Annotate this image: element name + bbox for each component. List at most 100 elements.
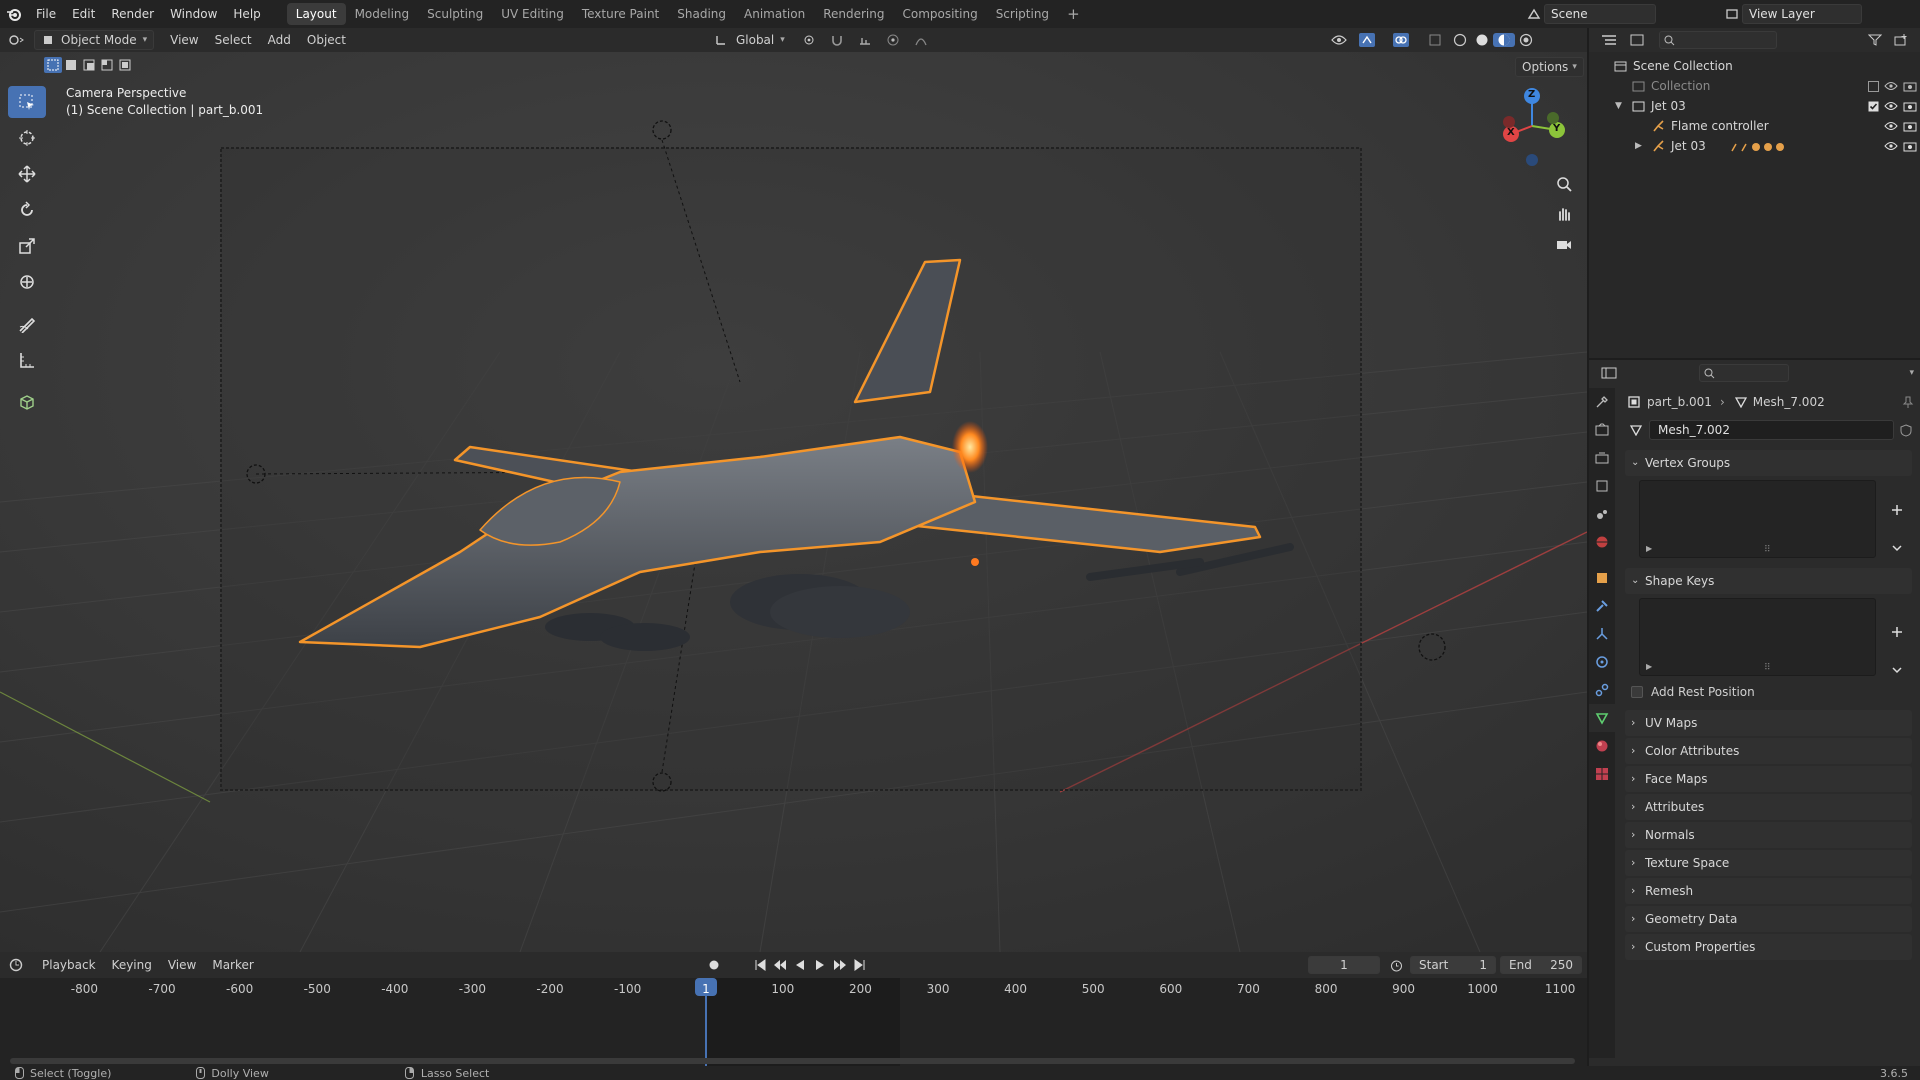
tab-layout[interactable]: Layout [286, 3, 346, 25]
panel-header-custom-properties[interactable]: › Custom Properties [1625, 934, 1912, 960]
scene-selector[interactable]: Scene [1524, 3, 1656, 25]
menu-edit[interactable]: Edit [64, 0, 103, 28]
add-vertex-group-button[interactable] [1887, 500, 1907, 520]
resize-handle-icon[interactable]: ⠿ [1764, 663, 1771, 673]
mesh-data-tab-icon[interactable] [1589, 704, 1615, 732]
add-shape-key-button[interactable] [1887, 622, 1907, 642]
checkbox-checked-icon[interactable] [1864, 101, 1882, 112]
pivot-icon[interactable] [795, 33, 823, 47]
expand-arrow-icon[interactable]: ▶ [1646, 544, 1652, 553]
end-frame-field[interactable]: End 250 [1500, 956, 1582, 974]
view-layer-tab-icon[interactable] [1589, 472, 1615, 500]
panel-header-attributes[interactable]: › Attributes [1625, 794, 1912, 820]
resize-handle-icon[interactable]: ⠿ [1764, 545, 1771, 555]
panel-header-normals[interactable]: › Normals [1625, 822, 1912, 848]
panel-header-face-maps[interactable]: › Face Maps [1625, 766, 1912, 792]
visibility-icon[interactable] [1325, 34, 1353, 46]
solid-shading-icon[interactable] [1471, 33, 1493, 47]
modifier-tab-icon[interactable] [1589, 592, 1615, 620]
snap-icon[interactable] [823, 33, 851, 47]
outliner-item-jet03[interactable]: ▼ Jet 03 [1589, 96, 1920, 116]
outliner-search-input[interactable] [1659, 31, 1777, 49]
timeline-scrollbar[interactable] [10, 1058, 1575, 1064]
wireframe-shading-icon[interactable] [1449, 33, 1471, 47]
particles-tab-icon[interactable] [1589, 620, 1615, 648]
panel-header-color-attributes[interactable]: › Color Attributes [1625, 738, 1912, 764]
add-rest-position-checkbox[interactable] [1631, 686, 1643, 698]
render-camera-icon[interactable] [1900, 121, 1920, 132]
expand-arrow-icon[interactable]: ▶ [1646, 662, 1652, 671]
constraints-tab-icon[interactable] [1589, 676, 1615, 704]
mesh-browse-icon[interactable] [1625, 424, 1649, 436]
move-tool[interactable] [8, 158, 46, 190]
material-tab-icon[interactable] [1589, 732, 1615, 760]
timeline-track-area[interactable]: -800 -700 -600 -500 -400 -300 -200 -100 1 100 200 3… [0, 978, 1587, 1068]
panel-header-remesh[interactable]: › Remesh [1625, 878, 1912, 904]
outliner-item-flame-controller[interactable]: Flame controller [1589, 116, 1920, 136]
tab-compositing[interactable]: Compositing [893, 3, 986, 25]
menu-marker[interactable]: Marker [204, 955, 261, 975]
select-intersect-icon[interactable] [116, 57, 134, 73]
object-tab-icon[interactable] [1589, 564, 1615, 592]
timeline-editor-icon[interactable] [0, 958, 34, 972]
tab-uv-editing[interactable]: UV Editing [492, 3, 573, 25]
record-icon[interactable] [702, 959, 726, 971]
menu-render[interactable]: Render [103, 0, 162, 28]
fake-user-shield-icon[interactable] [1894, 423, 1918, 437]
jump-start-icon[interactable] [750, 959, 770, 971]
current-frame-field[interactable]: 1 [1308, 956, 1380, 974]
falloff-icon[interactable] [907, 33, 935, 47]
world-tab-icon[interactable] [1589, 528, 1615, 556]
next-keyframe-icon[interactable] [830, 959, 850, 971]
scene-tab-icon[interactable] [1589, 500, 1615, 528]
vertex-groups-list[interactable]: ▶ ⠿ [1639, 480, 1876, 558]
new-collection-icon[interactable] [1888, 34, 1914, 46]
eye-icon[interactable] [1882, 101, 1900, 111]
start-frame-field[interactable]: Start 1 [1410, 956, 1496, 974]
render-tab-icon[interactable] [1589, 416, 1615, 444]
camera-view-icon[interactable] [1552, 232, 1576, 256]
menu-keying[interactable]: Keying [104, 955, 160, 975]
overlays-icon[interactable] [1387, 33, 1415, 47]
annotate-tool[interactable] [8, 308, 46, 340]
menu-object[interactable]: Object [299, 30, 354, 50]
vertex-group-menu-chevron-icon[interactable] [1887, 538, 1907, 558]
eye-icon[interactable] [1882, 141, 1900, 151]
menu-window[interactable]: Window [162, 0, 225, 28]
select-new-icon[interactable] [44, 57, 62, 73]
jump-end-icon[interactable] [850, 959, 870, 971]
rendered-shading-icon[interactable] [1515, 33, 1537, 47]
prev-keyframe-icon[interactable] [770, 959, 790, 971]
eye-icon[interactable] [1882, 81, 1900, 91]
panel-header-geometry-data[interactable]: › Geometry Data [1625, 906, 1912, 932]
render-camera-icon[interactable] [1900, 101, 1920, 112]
vertex-groups-panel-header[interactable]: ⌄ Vertex Groups [1625, 450, 1912, 476]
eye-icon[interactable] [1882, 121, 1900, 131]
snap-target-icon[interactable] [851, 33, 879, 47]
editor-type-icon[interactable] [0, 33, 34, 47]
output-tab-icon[interactable] [1589, 444, 1615, 472]
measure-tool[interactable] [8, 344, 46, 376]
3d-viewport[interactable]: Camera Perspective (1) Scene Collection … [0, 52, 1587, 952]
cursor-tool[interactable] [8, 122, 46, 154]
pan-hand-icon[interactable] [1552, 202, 1576, 226]
tab-modeling[interactable]: Modeling [346, 3, 419, 25]
zoom-icon[interactable] [1552, 172, 1576, 196]
material-preview-icon[interactable] [1493, 33, 1515, 47]
menu-file[interactable]: File [28, 0, 64, 28]
mode-dropdown[interactable]: Object Mode ▾ [34, 30, 155, 50]
rotate-tool[interactable] [8, 194, 46, 226]
play-icon[interactable] [810, 959, 830, 971]
expand-arrow-icon[interactable]: ▼ [1615, 96, 1629, 116]
texture-tab-icon[interactable] [1589, 760, 1615, 788]
panel-header-uv-maps[interactable]: › UV Maps [1625, 710, 1912, 736]
mesh-name-field[interactable]: Mesh_7.002 [1649, 420, 1894, 440]
proportional-edit-icon[interactable] [879, 33, 907, 47]
menu-view[interactable]: View [160, 955, 204, 975]
tab-texture-paint[interactable]: Texture Paint [573, 3, 668, 25]
checkbox-icon[interactable] [1864, 80, 1882, 92]
pin-icon[interactable] [1898, 396, 1918, 408]
transform-orientation-dropdown[interactable]: Global ▾ [712, 30, 785, 50]
menu-help[interactable]: Help [225, 0, 268, 28]
properties-search-input[interactable] [1699, 364, 1790, 382]
